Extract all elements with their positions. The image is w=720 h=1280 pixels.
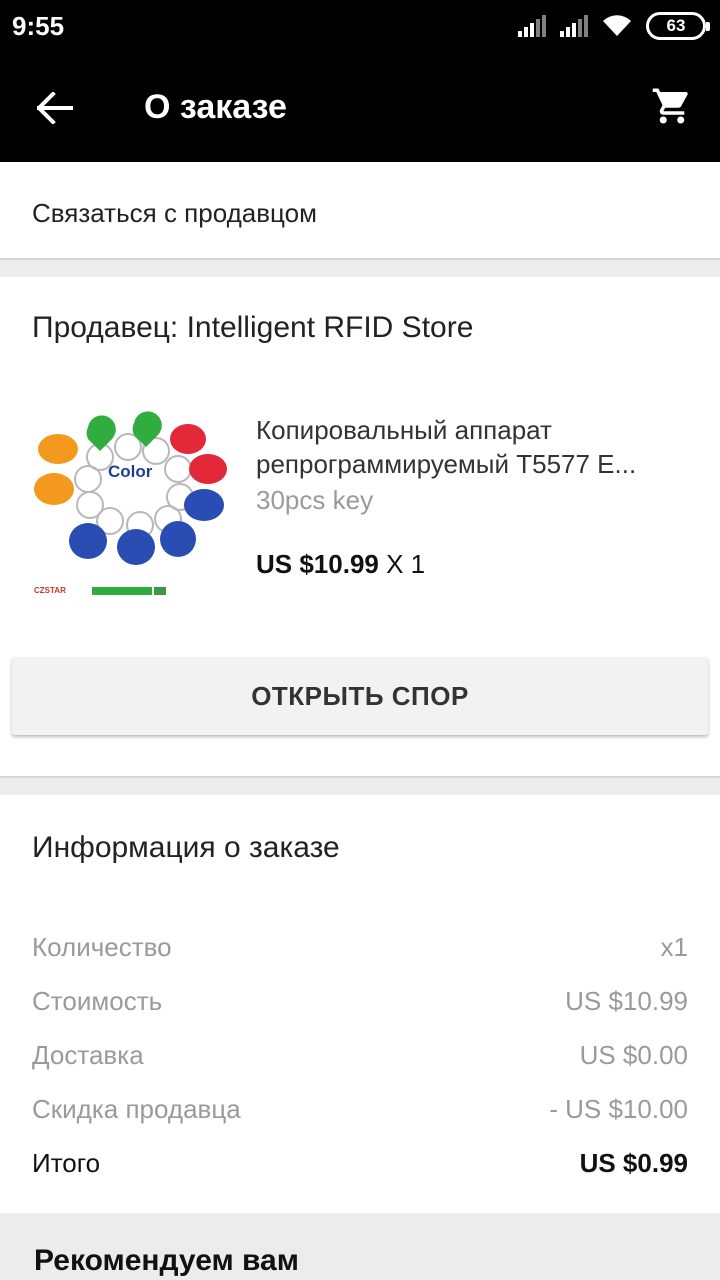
status-icons: 63 xyxy=(518,10,710,42)
contact-seller-row[interactable]: Связаться с продавцом xyxy=(0,162,720,260)
info-row-value: US $10.99 xyxy=(565,985,688,1016)
total-label: Итого xyxy=(32,1147,101,1178)
battery-level: 63 xyxy=(666,16,686,35)
contact-seller-label: Связаться с продавцом xyxy=(32,198,317,228)
order-info-card: Информация о заказе Количество x1 Стоимо… xyxy=(0,795,720,1213)
recommend-section: Рекомендуем вам xyxy=(0,1213,720,1280)
open-dispute-button[interactable]: ОТКРЫТЬ СПОР xyxy=(12,657,708,735)
product-title[interactable]: Копировальный аппарат репрограммируемый … xyxy=(256,413,696,481)
status-bar: 9:55 63 xyxy=(0,0,720,52)
product-price: US $10.99 xyxy=(256,549,379,579)
info-row-label: Скидка продавца xyxy=(32,1093,241,1124)
info-row-value: US $0.00 xyxy=(579,1039,688,1070)
section-divider xyxy=(0,260,720,277)
product-quantity: X 1 xyxy=(386,549,426,579)
page-title: О заказе xyxy=(144,88,287,126)
total-value: US $0.99 xyxy=(579,1147,688,1178)
info-row-shipping: Доставка US $0.00 xyxy=(32,1035,688,1075)
shopping-cart-icon xyxy=(652,88,688,124)
section-divider-2 xyxy=(0,778,720,795)
product-variant: 30pcs key xyxy=(256,485,374,515)
back-button[interactable] xyxy=(30,83,80,133)
product-image-brand: CZSTAR xyxy=(34,586,66,595)
info-row-value: - US $10.00 xyxy=(549,1093,688,1124)
recommend-title: Рекомендуем вам xyxy=(34,1244,299,1277)
product-title-line1: Копировальный аппарат xyxy=(256,415,552,445)
product-price-line: US $10.99 X 1 xyxy=(256,549,425,580)
rfid-keyfobs-image: Color CZSTAR xyxy=(28,409,234,609)
info-row-quantity: Количество x1 xyxy=(32,927,688,967)
product-title-line2: репрограммируемый T5577 E... xyxy=(256,449,637,479)
info-row-label: Стоимость xyxy=(32,985,163,1016)
seller-card: Продавец: Intelligent RFID Store Color C… xyxy=(0,277,720,778)
info-row-total: Итого US $0.99 xyxy=(32,1143,688,1183)
cart-button[interactable] xyxy=(646,80,698,132)
info-row-label: Количество xyxy=(32,931,172,962)
status-time: 9:55 xyxy=(12,11,65,41)
wifi-icon xyxy=(603,15,631,36)
signal-icon-2 xyxy=(560,15,588,37)
product-image-caption: Color xyxy=(108,462,153,481)
info-row-value: x1 xyxy=(660,931,688,962)
seller-name[interactable]: Продавец: Intelligent RFID Store xyxy=(32,311,473,345)
info-row-cost: Стоимость US $10.99 xyxy=(32,981,688,1021)
info-row-label: Доставка xyxy=(32,1039,144,1070)
signal-icon xyxy=(518,15,546,37)
product-image[interactable]: Color CZSTAR xyxy=(28,409,234,609)
info-row-seller-discount: Скидка продавца - US $10.00 xyxy=(32,1089,688,1129)
arrow-back-icon xyxy=(37,92,73,124)
order-info-title: Информация о заказе xyxy=(32,831,340,864)
battery-icon: 63 xyxy=(646,12,710,40)
app-bar: О заказе xyxy=(0,52,720,162)
